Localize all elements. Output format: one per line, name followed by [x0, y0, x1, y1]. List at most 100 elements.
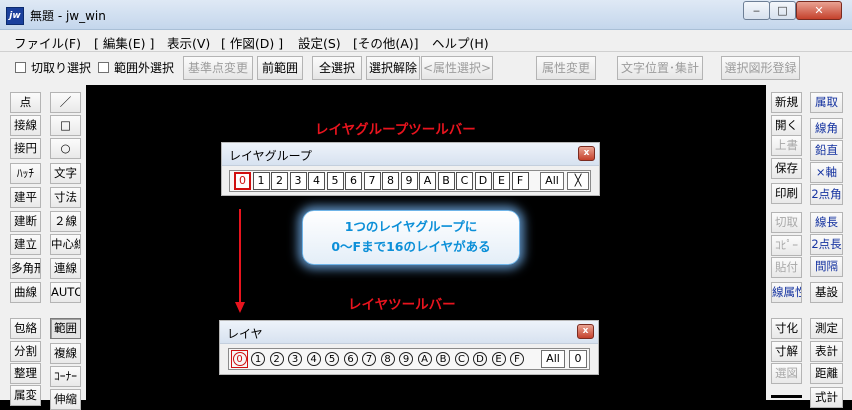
close-button[interactable]: ✕: [796, 1, 842, 20]
tool-continuous-line[interactable]: 連線: [50, 258, 81, 279]
tool-circle[interactable]: ○: [50, 138, 81, 159]
tool-line-length[interactable]: 線長: [810, 212, 843, 233]
tool-plan[interactable]: 建平: [10, 187, 41, 208]
layer-group-button-6[interactable]: 6: [345, 172, 362, 190]
tool-tangent[interactable]: 接線: [10, 115, 41, 136]
layer-button-2[interactable]: 2: [268, 350, 285, 368]
layer-button-4[interactable]: 4: [305, 350, 322, 368]
layer-button-3[interactable]: 3: [287, 350, 304, 368]
tool-rectangle[interactable]: □: [50, 115, 81, 136]
tool-range[interactable]: 範囲: [50, 318, 81, 339]
menu-draw[interactable]: [ 作図(D) ]: [221, 33, 283, 52]
tool-corner[interactable]: ｺｰﾅｰ: [50, 366, 81, 387]
layer-button-D[interactable]: D: [472, 350, 489, 368]
tool-section[interactable]: 建断: [10, 211, 41, 232]
menu-view[interactable]: 表示(V): [167, 33, 210, 52]
tool-overwrite[interactable]: 上書: [771, 135, 802, 156]
tool-print[interactable]: 印刷: [771, 183, 802, 204]
tool-open[interactable]: 開く: [771, 115, 802, 136]
layer-group-button-4[interactable]: 4: [308, 172, 325, 190]
layer-group-button-0[interactable]: 0: [234, 172, 251, 190]
tool-line-attribute[interactable]: 線属性: [771, 282, 802, 303]
tool-vertical[interactable]: 鉛直: [810, 140, 843, 161]
tool-line[interactable]: ／: [50, 92, 81, 113]
layer-group-button-5[interactable]: 5: [326, 172, 344, 190]
minimize-button[interactable]: ‒: [743, 1, 770, 20]
layer-button-6[interactable]: 6: [342, 350, 359, 368]
previous-range-button[interactable]: 前範囲: [257, 56, 303, 80]
layer-group-button-D[interactable]: D: [474, 172, 492, 190]
layer-button-C[interactable]: C: [453, 350, 470, 368]
layer-group-button-A[interactable]: A: [419, 172, 436, 190]
tool-base-settings[interactable]: 基設: [810, 282, 843, 303]
outside-select-checkbox[interactable]: [98, 62, 109, 73]
tool-organize[interactable]: 整理: [10, 363, 41, 384]
layer-group-button-7[interactable]: 7: [363, 172, 381, 190]
tool-text[interactable]: 文字: [50, 163, 81, 184]
layer-group-all-button[interactable]: All: [540, 172, 564, 190]
layer-group-button-F[interactable]: F: [511, 172, 529, 190]
tool-new[interactable]: 新規: [771, 92, 802, 113]
layer-group-button-E[interactable]: E: [493, 172, 510, 190]
menu-other[interactable]: [その他(A)]: [353, 33, 419, 52]
tool-x-axis[interactable]: ×軸: [810, 162, 843, 183]
text-position-tally-button[interactable]: 文字位置･集計: [617, 56, 703, 80]
tool-copy[interactable]: ｺﾋﾟｰ: [771, 235, 802, 256]
tool-polygon[interactable]: 多角形: [10, 258, 41, 279]
tool-formula-calc[interactable]: 式計: [810, 387, 843, 408]
menu-settings[interactable]: 設定(S): [298, 33, 341, 52]
layer-button-E[interactable]: E: [490, 350, 507, 368]
layer-button-B[interactable]: B: [435, 350, 452, 368]
layer-group-toolbar-close-icon[interactable]: x: [578, 146, 595, 161]
tool-two-point-angle[interactable]: 2点角: [810, 184, 843, 205]
jw-app-icon[interactable]: jw: [6, 7, 24, 25]
tool-center-line[interactable]: 中心線: [50, 234, 81, 255]
tool-paste[interactable]: 貼付: [771, 257, 802, 278]
layer-group-x-icon[interactable]: ╳: [567, 172, 589, 190]
tool-tangent-circle[interactable]: 接円: [10, 138, 41, 159]
tool-line-angle[interactable]: 線角: [810, 118, 843, 139]
layer-toolbar-titlebar[interactable]: レイヤ x: [220, 321, 598, 344]
tool-dimension-convert[interactable]: 寸化: [771, 318, 802, 339]
tool-measure[interactable]: 測定: [810, 318, 843, 339]
layer-button-7[interactable]: 7: [361, 350, 378, 368]
menu-file[interactable]: ファイル(F): [14, 33, 81, 52]
select-all-button[interactable]: 全選択: [312, 56, 362, 80]
layer-group-button-1[interactable]: 1: [252, 172, 270, 190]
attribute-select-button[interactable]: <属性選択>: [421, 56, 493, 80]
tool-attribute-change[interactable]: 属変: [10, 385, 41, 406]
layer-button-1[interactable]: 1: [250, 350, 267, 368]
tool-interval[interactable]: 間隔: [810, 256, 843, 277]
base-point-change-button[interactable]: 基準点変更: [183, 56, 253, 80]
tool-curve[interactable]: 曲線: [10, 282, 41, 303]
menu-help[interactable]: ヘルプ(H): [432, 33, 489, 52]
layer-group-button-8[interactable]: 8: [382, 172, 399, 190]
layer-group-toolbar-titlebar[interactable]: レイヤグループ x: [222, 143, 599, 166]
layer-button-0[interactable]: 0: [231, 350, 248, 368]
layer-button-F[interactable]: F: [509, 350, 526, 368]
layer-group-button-B[interactable]: B: [437, 172, 455, 190]
tool-dimension[interactable]: 寸法: [50, 187, 81, 208]
tool-save[interactable]: 保存: [771, 158, 802, 179]
maximize-button[interactable]: □: [769, 1, 796, 20]
tool-two-point-length[interactable]: 2点長: [810, 234, 843, 255]
register-selected-shape-button[interactable]: 選択図形登録: [721, 56, 800, 80]
attribute-change-button[interactable]: 属性変更: [536, 56, 596, 80]
tool-auto[interactable]: AUTO: [50, 282, 81, 303]
tool-elevation[interactable]: 建立: [10, 234, 41, 255]
tool-dimension-release[interactable]: 寸解: [771, 341, 802, 362]
tool-select-figure[interactable]: 選図: [771, 363, 802, 384]
deselect-button[interactable]: 選択解除: [366, 56, 420, 80]
cut-select-checkbox[interactable]: [15, 62, 26, 73]
tool-hatch[interactable]: ﾊｯﾁ: [10, 163, 41, 184]
tool-divide[interactable]: 分割: [10, 341, 41, 362]
layer-zero-button[interactable]: 0: [569, 350, 587, 368]
layer-toolbar-close-icon[interactable]: x: [577, 324, 594, 339]
layer-button-5[interactable]: 5: [324, 350, 341, 368]
tool-double-line[interactable]: ２線: [50, 211, 81, 232]
layer-button-A[interactable]: A: [416, 350, 433, 368]
tool-point[interactable]: 点: [10, 92, 41, 113]
layer-button-8[interactable]: 8: [379, 350, 396, 368]
layer-group-button-2[interactable]: 2: [271, 172, 288, 190]
tool-table-calc[interactable]: 表計: [810, 341, 843, 362]
